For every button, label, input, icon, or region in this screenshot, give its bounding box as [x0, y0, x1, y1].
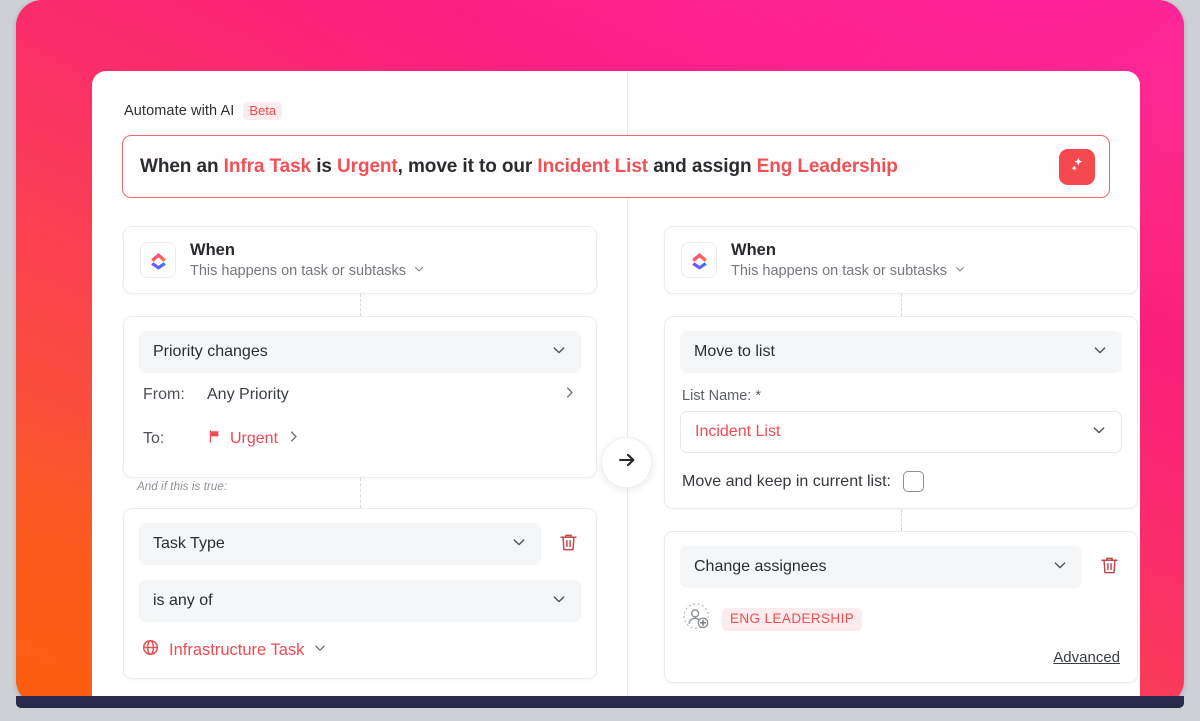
trigger-title-right: When — [731, 241, 776, 260]
prompt-entity: Eng Leadership — [756, 155, 898, 177]
priority-from-label: From: — [143, 386, 185, 403]
priority-condition-card: Priority changes From: Any Priority To: … — [123, 316, 597, 478]
move-action-value: Move to list — [694, 343, 775, 360]
delete-action-button[interactable] — [1096, 554, 1122, 580]
filter-value-tag[interactable]: Infrastructure Task — [139, 638, 581, 662]
filter-operator-select[interactable]: is any of — [139, 580, 581, 622]
priority-to-label: To: — [143, 430, 165, 447]
page-title: Automate with AI — [124, 103, 235, 119]
filter-value-label: Infrastructure Task — [169, 640, 305, 659]
trash-icon — [558, 532, 579, 556]
advanced-link[interactable]: Advanced — [680, 649, 1122, 666]
and-if-true-label: And if this is true: — [137, 481, 228, 493]
globe-icon — [141, 638, 160, 662]
action-column: When This happens on task or subtasks Mo… — [664, 226, 1138, 683]
add-person-icon[interactable] — [682, 602, 712, 637]
page-header: Automate with AI Beta — [124, 102, 283, 120]
connector-left-1 — [123, 294, 597, 316]
connector-right-1 — [664, 294, 1138, 316]
clickup-logo-icon — [140, 242, 176, 278]
generate-automation-button[interactable] — [1059, 148, 1095, 185]
filter-operator-value: is any of — [153, 592, 213, 609]
flag-icon — [207, 429, 222, 449]
delete-filter-button[interactable] — [555, 531, 581, 557]
ai-prompt-bar[interactable]: When an Infra Task is Urgent, move it to… — [122, 135, 1110, 198]
filter-field-select[interactable]: Task Type — [139, 523, 541, 565]
prompt-plain: When an — [140, 155, 224, 177]
filter-field-value: Task Type — [153, 535, 225, 552]
trigger-when-card-right[interactable]: When This happens on task or subtasks — [664, 226, 1138, 294]
flow-arrow-button[interactable] — [601, 437, 652, 488]
keep-in-current-list-checkbox[interactable] — [903, 471, 924, 492]
trigger-column: When This happens on task or subtasks Pr… — [123, 226, 597, 679]
ai-prompt-text[interactable]: When an Infra Task is Urgent, move it to… — [140, 156, 1059, 178]
list-name-label: List Name: * — [682, 388, 761, 404]
browser-chrome-bar — [16, 696, 1184, 708]
prompt-plain: and assign — [648, 155, 757, 177]
chevron-down-icon — [551, 342, 567, 363]
assignee-row: ENG LEADERSHIP — [680, 602, 1122, 637]
arrow-right-icon — [616, 449, 638, 476]
trigger-when-text-right: When This happens on task or subtasks — [731, 240, 966, 280]
chevron-right-icon — [562, 385, 577, 405]
priority-to-row[interactable]: To: Urgent — [139, 417, 581, 461]
chevron-down-icon — [1052, 557, 1068, 578]
trigger-when-text-left: When This happens on task or subtasks — [190, 240, 425, 280]
priority-to-value: Urgent — [230, 430, 279, 447]
sparkle-icon — [1067, 155, 1087, 178]
chevron-down-icon — [1091, 422, 1107, 443]
beta-badge: Beta — [243, 102, 283, 120]
keep-in-current-list-label: Move and keep in current list: — [682, 472, 891, 490]
priority-event-select[interactable]: Priority changes — [139, 331, 581, 373]
list-name-select[interactable]: Incident List — [680, 411, 1122, 453]
trigger-when-card-left[interactable]: When This happens on task or subtasks — [123, 226, 597, 294]
chevron-down-icon — [1092, 342, 1108, 363]
priority-from-value: Any Priority — [207, 386, 289, 403]
prompt-entity: Urgent — [337, 155, 398, 177]
prompt-entity: Incident List — [537, 155, 649, 177]
trigger-subtitle-left: This happens on task or subtasks — [190, 262, 407, 279]
chevron-down-icon — [313, 641, 327, 660]
connector-left-2: And if this is true: — [123, 478, 597, 508]
change-assignees-card: Change assignees ENG LEADERSHIP Advanced — [664, 531, 1138, 683]
list-name-value: Incident List — [695, 423, 781, 440]
clickup-logo-icon — [681, 242, 717, 278]
assignee-action-select[interactable]: Change assignees — [680, 546, 1082, 588]
move-to-list-card: Move to list List Name: * Incident List — [664, 316, 1138, 509]
priority-event-value: Priority changes — [153, 343, 268, 360]
chevron-down-icon[interactable] — [954, 262, 966, 280]
prompt-plain: is — [311, 155, 338, 177]
priority-from-row[interactable]: From: Any Priority — [139, 373, 581, 417]
trash-icon — [1099, 555, 1120, 579]
assignee-action-value: Change assignees — [694, 558, 827, 575]
prompt-entity: Infra Task — [223, 155, 312, 177]
chevron-down-icon — [511, 534, 527, 555]
connector-right-2 — [664, 509, 1138, 531]
page-backdrop-shelf — [0, 708, 1200, 721]
chevron-down-icon — [551, 591, 567, 612]
chevron-down-icon[interactable] — [413, 262, 425, 280]
automation-builder-panel: Automate with AI Beta When an Infra Task… — [92, 71, 1140, 696]
task-type-filter-card: Task Type is any of Infrastructure Task — [123, 508, 597, 679]
assignee-pill[interactable]: ENG LEADERSHIP — [722, 608, 863, 631]
move-action-select[interactable]: Move to list — [680, 331, 1122, 373]
device-frame: Automate with AI Beta When an Infra Task… — [16, 0, 1184, 706]
priority-to-value-wrap: Urgent — [207, 429, 278, 449]
trigger-title-left: When — [190, 241, 235, 260]
chevron-right-icon — [286, 429, 301, 449]
keep-in-current-list-row: Move and keep in current list: — [680, 471, 1122, 492]
prompt-plain: , move it to our — [397, 155, 538, 177]
trigger-subtitle-right: This happens on task or subtasks — [731, 262, 948, 279]
